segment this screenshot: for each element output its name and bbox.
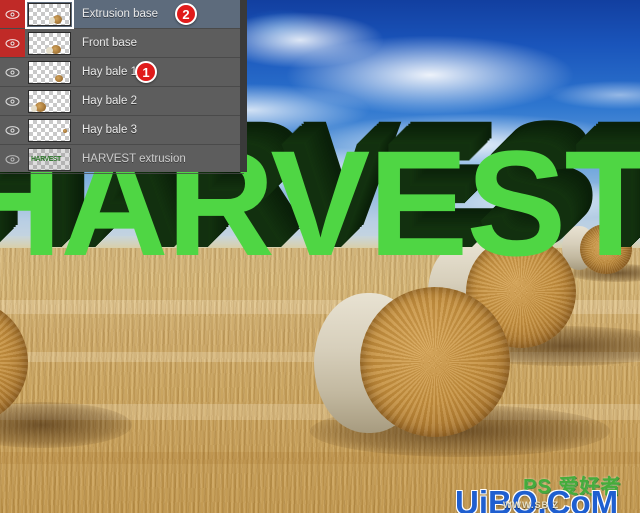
hay-bale-front xyxy=(300,255,610,457)
layer-row[interactable]: Extrusion base 2 xyxy=(0,0,244,29)
hay-bale-left xyxy=(0,290,132,448)
thumbnail-bale-side xyxy=(46,46,53,54)
panel-scrollbar[interactable] xyxy=(240,0,244,172)
watermark: PS 爱好者 UiBQ.CoM WWW.SB Z xyxy=(455,472,640,513)
layer-row[interactable]: Hay bale 3 xyxy=(0,116,244,145)
layer-row[interactable]: HARVEST HARVEST extrusion xyxy=(0,145,244,174)
thumbnail-bale xyxy=(63,128,67,133)
layer-name-label: Extrusion base xyxy=(82,8,159,20)
layer-row[interactable]: Front base 1 xyxy=(0,29,244,83)
eye-icon xyxy=(5,67,20,77)
eye-icon xyxy=(5,38,20,48)
eye-icon xyxy=(5,154,20,164)
layer-visibility-toggle[interactable] xyxy=(0,116,25,144)
eye-icon xyxy=(5,96,20,106)
layer-name-label: HARVEST extrusion xyxy=(82,153,186,165)
layer-name-label: Hay bale 3 xyxy=(82,124,137,136)
layer-name-label: Hay bale 2 xyxy=(82,95,137,107)
layer-visibility-toggle[interactable] xyxy=(0,145,25,173)
layer-thumbnail[interactable] xyxy=(28,89,71,113)
layer-thumbnail[interactable] xyxy=(28,60,71,84)
layer-name-label: Hay bale 1 xyxy=(82,66,137,78)
bale-face xyxy=(360,287,510,437)
thumbnail-bale xyxy=(55,74,63,82)
thumbnail-bale-side xyxy=(31,104,37,112)
layer-row[interactable]: Hay bale 2 xyxy=(0,87,244,116)
layer-visibility-toggle[interactable] xyxy=(0,29,25,57)
layer-thumbnail[interactable] xyxy=(28,31,71,55)
layers-panel[interactable]: Extrusion base 2 Front base 1 Hay bale 1… xyxy=(0,0,247,174)
layer-visibility-toggle[interactable] xyxy=(0,87,25,115)
layer-name-label: Front base xyxy=(82,37,137,49)
screenshot-stage: HARVEST HARVEST Extrusion base 2 Front b… xyxy=(0,0,640,513)
callout-badge-2: 2 xyxy=(175,3,197,25)
layer-row[interactable]: Hay bale 1 xyxy=(0,58,244,87)
watermark-subtext: WWW.SB Z xyxy=(503,500,559,510)
eye-icon xyxy=(5,125,20,135)
layer-thumbnail[interactable] xyxy=(28,118,71,142)
thumbnail-bale-side xyxy=(49,16,55,24)
eye-icon xyxy=(5,9,20,19)
layer-thumbnail[interactable] xyxy=(25,0,74,29)
thumbnail-text: HARVEST xyxy=(31,155,61,163)
layer-thumbnail[interactable]: HARVEST xyxy=(28,147,71,171)
layer-visibility-toggle[interactable] xyxy=(0,58,25,86)
layer-visibility-toggle[interactable] xyxy=(0,0,25,28)
